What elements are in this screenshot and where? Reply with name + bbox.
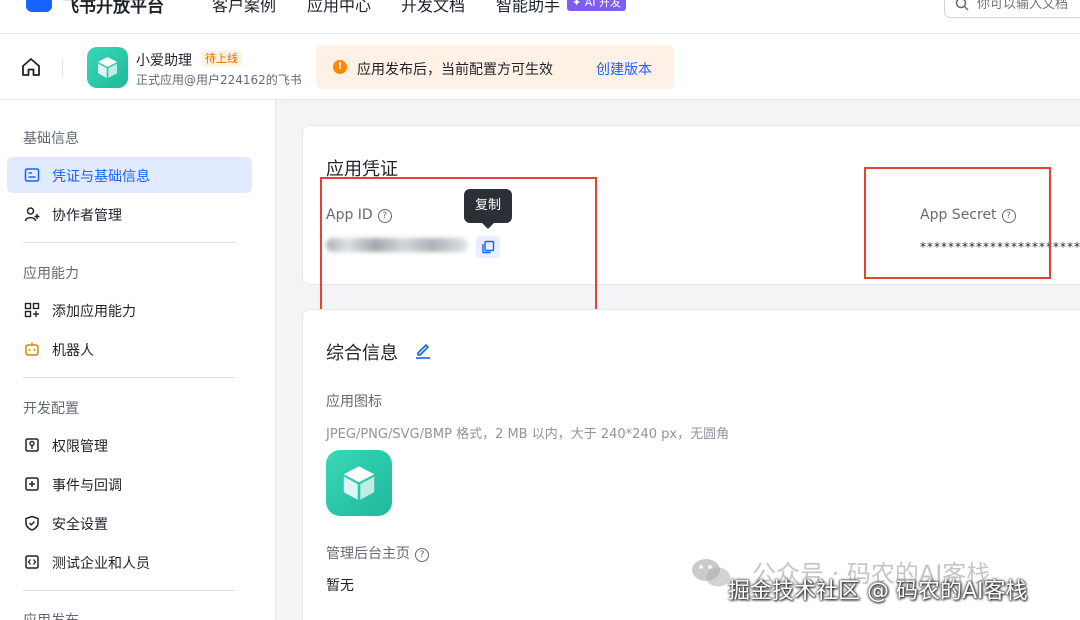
grid-add-icon bbox=[24, 302, 40, 318]
search-icon bbox=[955, 0, 969, 11]
robot-icon bbox=[25, 342, 39, 356]
sidebar-item-label: 事件与回调 bbox=[52, 478, 122, 494]
admin-home-label: 管理后台主页? bbox=[326, 543, 429, 563]
sidebar-divider bbox=[23, 377, 235, 378]
nav-app-center[interactable]: 应用中心 bbox=[307, 0, 371, 16]
edit-icon[interactable] bbox=[414, 341, 432, 359]
admin-home-value: 暂无 bbox=[326, 578, 354, 594]
app-subtitle: 正式应用@用户224162的飞书 bbox=[136, 73, 302, 87]
watermark-juejin: 掘金技术社区 @ 码农的AI客栈 bbox=[728, 579, 1028, 604]
help-icon[interactable]: ? bbox=[415, 548, 429, 562]
search-input[interactable] bbox=[977, 0, 1080, 13]
sidebar-item-label: 凭证与基础信息 bbox=[52, 169, 150, 185]
home-icon[interactable] bbox=[20, 56, 42, 78]
sidebar-item-collaborators[interactable]: 协作者管理 bbox=[7, 196, 252, 232]
app-icon-label: 应用图标 bbox=[326, 394, 382, 410]
nav-dev-docs[interactable]: 开发文档 bbox=[401, 0, 465, 16]
shield-icon bbox=[25, 515, 39, 531]
sidebar-item-bot[interactable]: 机器人 bbox=[7, 331, 252, 367]
status-badge: 待上线 bbox=[201, 51, 242, 67]
app-icon-preview[interactable] bbox=[326, 450, 392, 516]
cube-icon bbox=[343, 466, 375, 500]
id-card-icon bbox=[24, 168, 40, 182]
search-box[interactable] bbox=[944, 0, 1080, 18]
admin-home-label-text: 管理后台主页 bbox=[326, 546, 410, 562]
code-icon bbox=[25, 555, 39, 569]
sidebar-divider bbox=[23, 590, 235, 591]
user-add-icon bbox=[24, 207, 40, 222]
divider bbox=[62, 59, 63, 77]
event-add-icon bbox=[25, 477, 39, 491]
sidebar-item-credentials[interactable]: 凭证与基础信息 bbox=[7, 157, 252, 193]
notice-text: 应用发布后，当前配置方可生效 bbox=[357, 62, 553, 78]
feishu-logo[interactable] bbox=[26, 0, 52, 12]
publish-notice: ! 应用发布后，当前配置方可生效 创建版本 bbox=[316, 45, 674, 89]
sidebar-group-publish: 应用发布 bbox=[23, 610, 79, 620]
cube-icon bbox=[98, 57, 117, 78]
nav-smart-assistant[interactable]: 智能助手 bbox=[496, 0, 560, 16]
sidebar-item-label: 协作者管理 bbox=[52, 208, 122, 224]
sidebar-item-add-capability[interactable]: 添加应用能力 bbox=[7, 292, 252, 328]
sidebar-item-label: 测试企业和人员 bbox=[52, 556, 150, 572]
sidebar-item-label: 权限管理 bbox=[52, 439, 108, 455]
sidebar-item-label: 机器人 bbox=[52, 343, 94, 359]
sidebar-item-permissions[interactable]: 权限管理 bbox=[7, 427, 252, 463]
sidebar-item-test-org[interactable]: 测试企业和人员 bbox=[7, 544, 252, 580]
sidebar-item-label: 安全设置 bbox=[52, 517, 108, 533]
icon-format-note: JPEG/PNG/SVG/BMP 格式，2 MB 以内，大于 240*240 p… bbox=[326, 427, 730, 442]
create-version-link[interactable]: 创建版本 bbox=[596, 59, 652, 79]
app-header: 小爱助理 待上线 正式应用@用户224162的飞书 ! 应用发布后，当前配置方可… bbox=[0, 34, 1080, 100]
nav-customer-cases[interactable]: 客户案例 bbox=[212, 0, 276, 16]
general-info-title: 综合信息 bbox=[326, 343, 398, 364]
sidebar-group-capabilities: 应用能力 bbox=[23, 266, 79, 282]
annotation-box-app-id bbox=[320, 177, 597, 313]
permission-icon bbox=[25, 438, 39, 452]
ai-dev-badge: ✦ AI 开发 bbox=[567, 0, 626, 11]
sidebar-item-security[interactable]: 安全设置 bbox=[7, 505, 252, 541]
sidebar-item-label: 添加应用能力 bbox=[52, 304, 136, 320]
brand-title[interactable]: 飞书开放平台 bbox=[62, 0, 164, 17]
sidebar-item-events[interactable]: 事件与回调 bbox=[7, 466, 252, 502]
annotation-box-app-secret bbox=[864, 167, 1051, 279]
app-name: 小爱助理 bbox=[136, 53, 192, 69]
top-navigation-bar: 飞书开放平台 客户案例 应用中心 开发文档 智能助手 ✦ AI 开发 bbox=[0, 0, 1080, 34]
sidebar-divider bbox=[23, 242, 235, 243]
sidebar-group-basic: 基础信息 bbox=[23, 131, 79, 147]
app-icon bbox=[87, 47, 128, 88]
warning-icon: ! bbox=[333, 60, 347, 74]
sidebar-group-dev-config: 开发配置 bbox=[23, 401, 79, 417]
wechat-icon bbox=[692, 559, 730, 587]
